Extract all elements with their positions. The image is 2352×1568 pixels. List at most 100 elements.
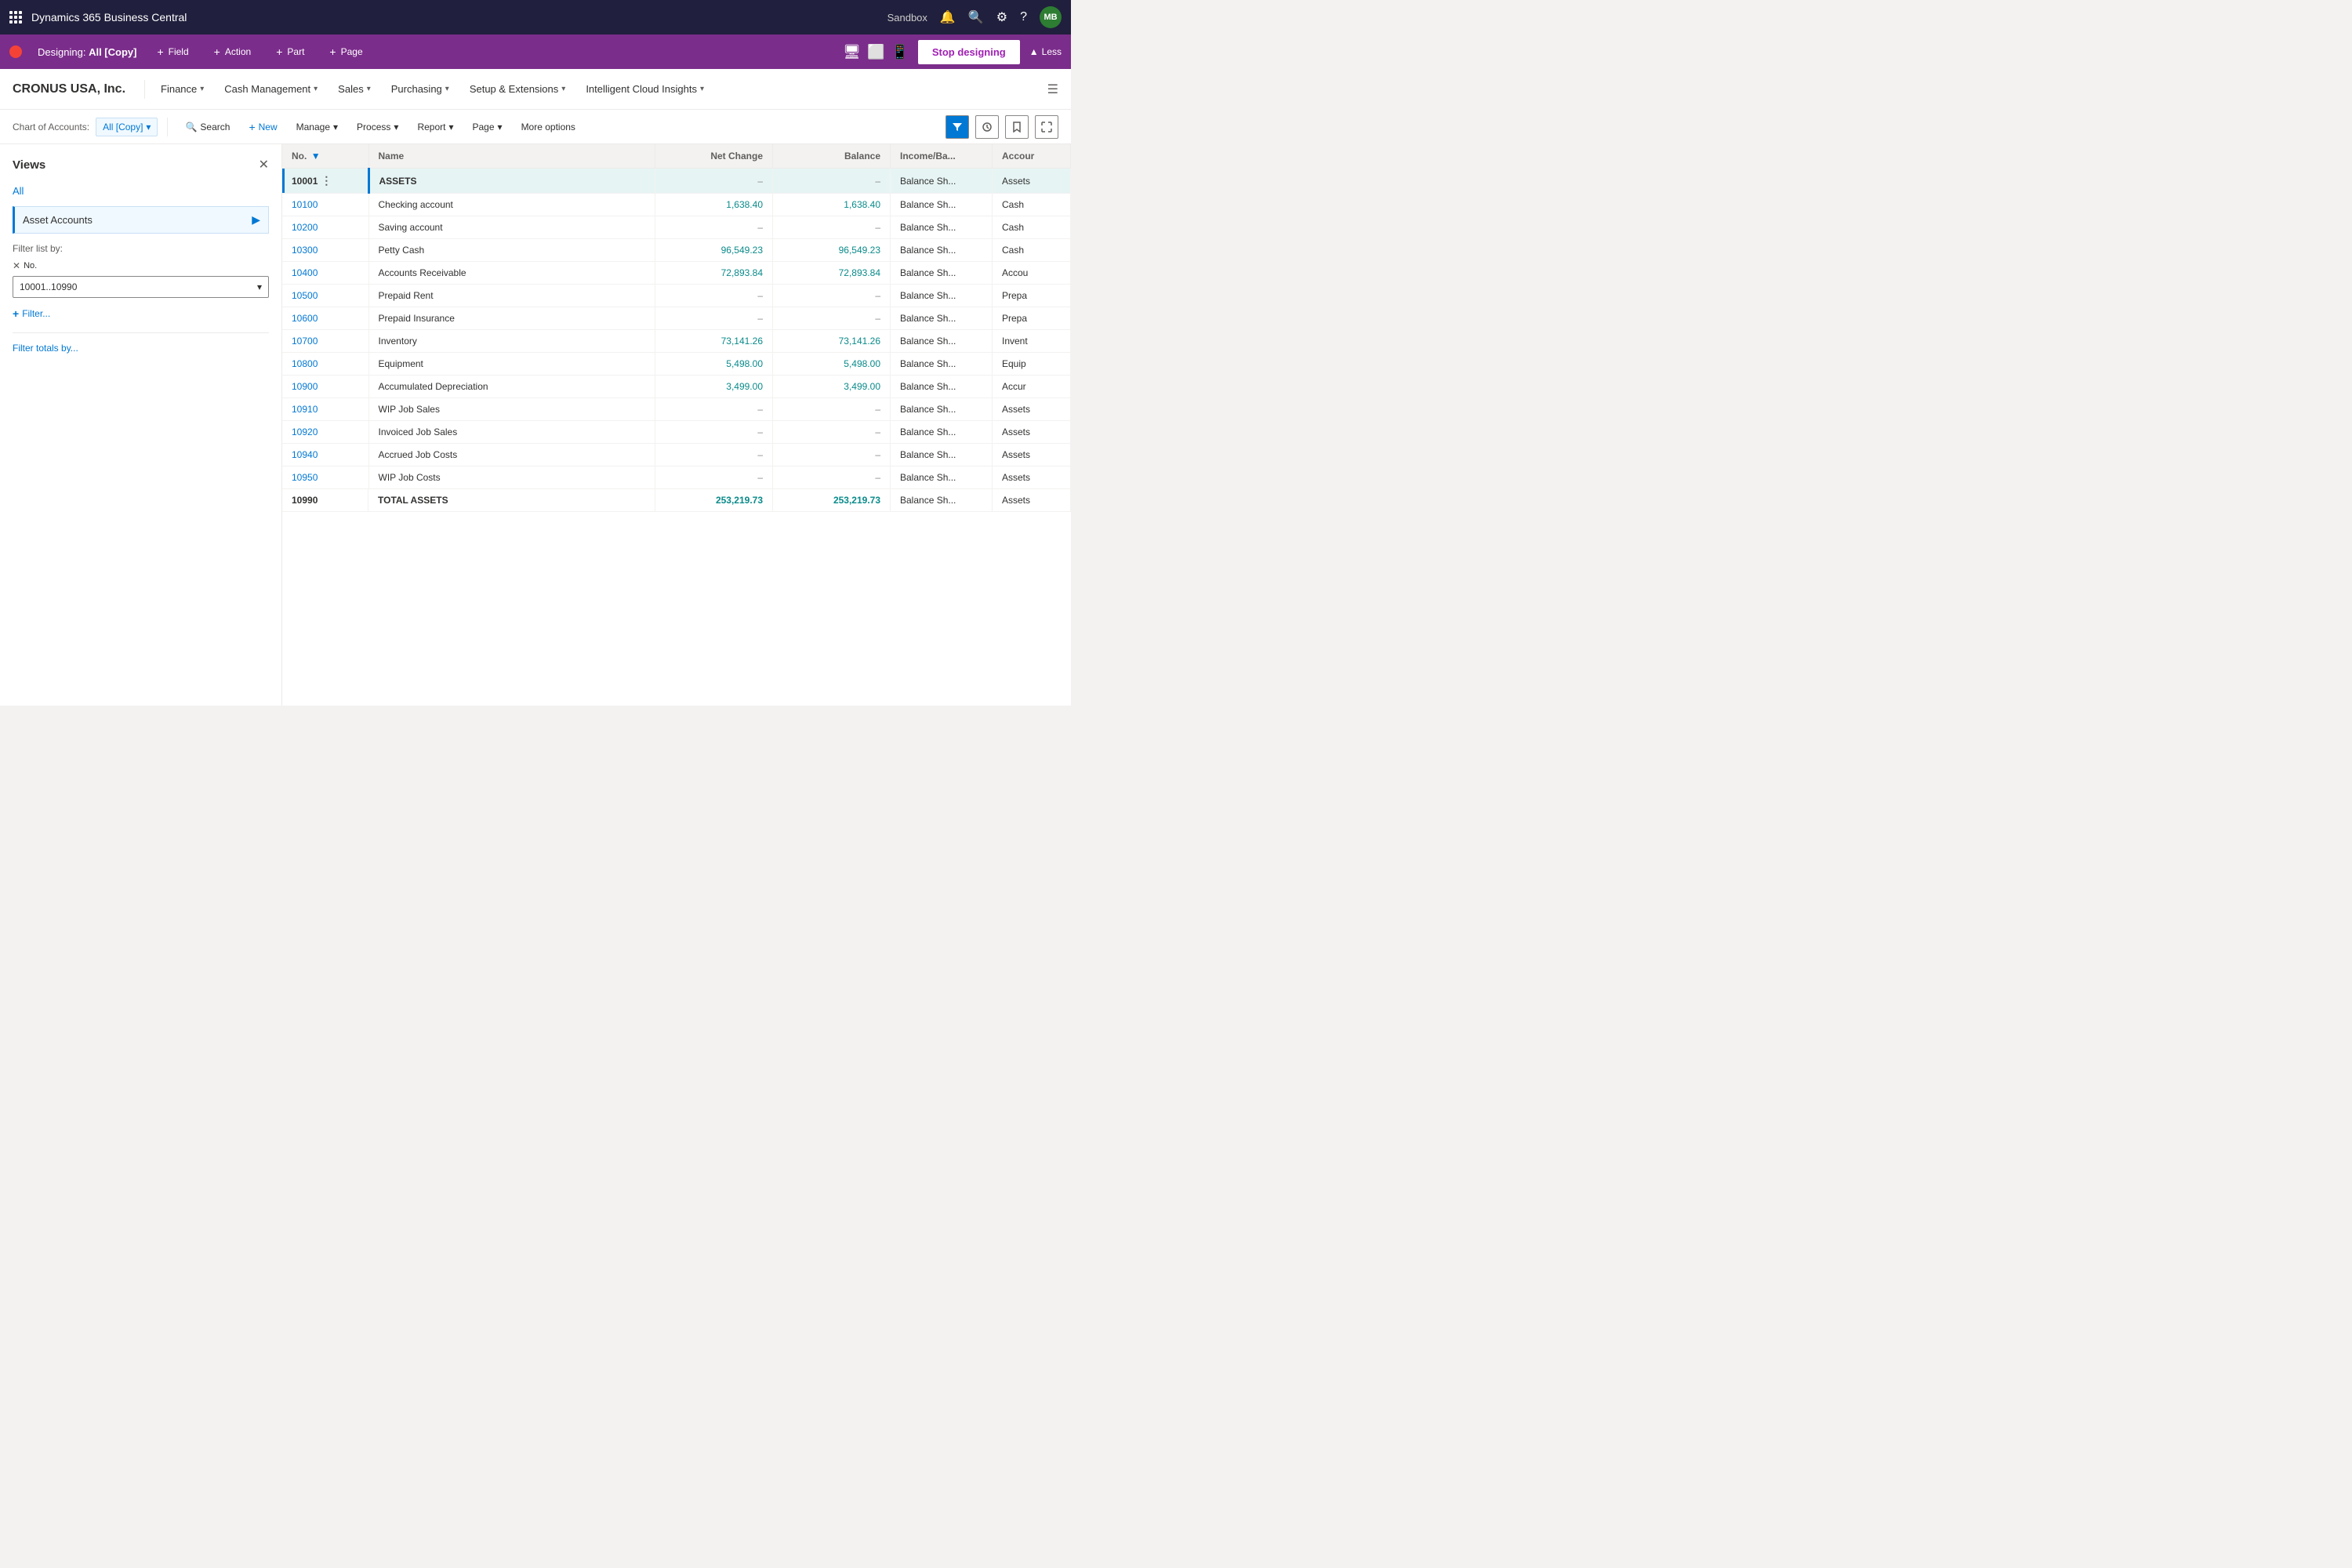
cell-name-10100: Checking account — [368, 194, 655, 216]
view-asset-accounts-item[interactable]: Asset Accounts ▶ — [13, 206, 269, 234]
cell-income-ba-10200: Balance Sh... — [891, 216, 993, 239]
cell-income-ba-10950: Balance Sh... — [891, 466, 993, 489]
new-button[interactable]: + New — [241, 118, 285, 136]
nav-finance[interactable]: Finance ▾ — [151, 77, 213, 101]
user-avatar[interactable]: MB — [1040, 6, 1062, 28]
cell-income-ba-10500: Balance Sh... — [891, 285, 993, 307]
cell-balance-10990: 253,219.73 — [773, 489, 891, 512]
cell-income-ba-10600: Balance Sh... — [891, 307, 993, 330]
filter-divider — [13, 332, 269, 333]
cell-no-10001: 10001⋮ — [282, 169, 368, 193]
col-income-ba-header: Income/Ba... — [891, 144, 993, 169]
filter-totals-button[interactable]: Filter totals by... — [13, 343, 269, 354]
cell-no-10920[interactable]: 10920 — [282, 421, 368, 444]
filter-tag-no: ✕ No. — [13, 260, 269, 271]
cell-balance-10500: – — [773, 285, 891, 307]
cell-net-change-10800: 5,498.00 — [655, 353, 773, 376]
fullscreen-icon[interactable] — [1035, 115, 1058, 139]
table-wrapper[interactable]: No. ▼ Name Net Change Balance — [282, 144, 1071, 706]
cell-balance-10950: – — [773, 466, 891, 489]
app-grid-icon[interactable] — [9, 11, 22, 24]
cell-no-10700[interactable]: 10700 — [282, 330, 368, 353]
cell-net-change-10700: 73,141.26 — [655, 330, 773, 353]
add-action-button[interactable]: + Action — [209, 42, 256, 61]
cell-no-10500[interactable]: 10500 — [282, 285, 368, 307]
cell-name-10920: Invoiced Job Sales — [368, 421, 655, 444]
cell-no-10100[interactable]: 10100 — [282, 194, 368, 216]
filter-value-dropdown[interactable]: 10001..10990 ▾ — [13, 276, 269, 298]
history-icon[interactable] — [975, 115, 999, 139]
nav-intelligent-cloud[interactable]: Intelligent Cloud Insights ▾ — [576, 77, 713, 101]
cell-no-10600[interactable]: 10600 — [282, 307, 368, 330]
design-indicator-dot — [9, 45, 22, 58]
less-button[interactable]: ▲ Less — [1029, 46, 1062, 57]
cell-income-ba-10700: Balance Sh... — [891, 330, 993, 353]
table-row: 10990TOTAL ASSETS253,219.73253,219.73Bal… — [282, 489, 1071, 512]
views-panel-close-icon[interactable]: ✕ — [259, 157, 269, 172]
cell-income-ba-10910: Balance Sh... — [891, 398, 993, 421]
views-panel: Views ✕ All Asset Accounts ▶ Filter list… — [0, 144, 282, 706]
cell-no-10910[interactable]: 10910 — [282, 398, 368, 421]
cell-accour-10700: Invent — [993, 330, 1071, 353]
row-context-menu-icon[interactable]: ⋮ — [321, 174, 332, 187]
add-field-button[interactable]: + Field — [152, 42, 193, 61]
cell-net-change-10100: 1,638.40 — [655, 194, 773, 216]
table-row: 10400Accounts Receivable72,893.8472,893.… — [282, 262, 1071, 285]
desktop-device-icon[interactable]: 🖥 — [843, 44, 861, 60]
cell-no-10800[interactable]: 10800 — [282, 353, 368, 376]
table-row: 10920Invoiced Job Sales––Balance Sh...As… — [282, 421, 1071, 444]
breadcrumb-view-selector[interactable]: All [Copy] ▾ — [96, 118, 158, 136]
page-button[interactable]: Page ▾ — [465, 118, 510, 136]
cell-income-ba-10940: Balance Sh... — [891, 444, 993, 466]
main-nav: Finance ▾ Cash Management ▾ Sales ▾ Purc… — [151, 77, 713, 101]
cell-name-10001: ASSETS — [368, 169, 655, 194]
mobile-device-icon[interactable]: 📱 — [891, 44, 908, 60]
nav-purchasing[interactable]: Purchasing ▾ — [382, 77, 459, 101]
filter-pane-icon[interactable] — [946, 115, 969, 139]
more-options-button[interactable]: More options — [514, 118, 583, 136]
notification-icon[interactable]: 🔔 — [940, 9, 956, 25]
tablet-device-icon[interactable]: ⬜ — [867, 44, 884, 60]
manage-button[interactable]: Manage ▾ — [289, 118, 346, 136]
stop-designing-button[interactable]: Stop designing — [918, 40, 1020, 64]
cell-name-10990: TOTAL ASSETS — [368, 489, 655, 512]
cell-no-10200[interactable]: 10200 — [282, 216, 368, 239]
process-button[interactable]: Process ▾ — [349, 118, 406, 136]
add-filter-button[interactable]: + Filter... — [13, 307, 269, 320]
nav-sales[interactable]: Sales ▾ — [328, 77, 380, 101]
hamburger-menu-icon[interactable]: ☰ — [1047, 82, 1058, 97]
search-button[interactable]: 🔍 Search — [177, 118, 238, 136]
cell-no-10300[interactable]: 10300 — [282, 239, 368, 262]
cell-net-change-10910: – — [655, 398, 773, 421]
cell-accour-10900: Accur — [993, 376, 1071, 398]
nav-cash-management[interactable]: Cash Management ▾ — [215, 77, 327, 101]
cell-net-change-10001: – — [655, 169, 773, 194]
table-header-row: No. ▼ Name Net Change Balance — [282, 144, 1071, 169]
report-button[interactable]: Report ▾ — [409, 118, 461, 136]
cell-income-ba-10990: Balance Sh... — [891, 489, 993, 512]
add-page-button[interactable]: + Page — [325, 42, 367, 61]
views-panel-title: Views — [13, 158, 45, 172]
help-icon[interactable]: ? — [1020, 10, 1027, 24]
cell-accour-10100: Cash — [993, 194, 1071, 216]
table-row: 10300Petty Cash96,549.2396,549.23Balance… — [282, 239, 1071, 262]
filter-remove-icon[interactable]: ✕ — [13, 260, 20, 271]
cell-no-10940[interactable]: 10940 — [282, 444, 368, 466]
settings-icon[interactable]: ⚙ — [996, 9, 1007, 25]
cell-net-change-10400: 72,893.84 — [655, 262, 773, 285]
bookmark-icon[interactable] — [1005, 115, 1029, 139]
cell-no-10900[interactable]: 10900 — [282, 376, 368, 398]
table-row: 10910WIP Job Sales––Balance Sh...Assets — [282, 398, 1071, 421]
search-icon[interactable]: 🔍 — [968, 9, 984, 25]
accounts-table: No. ▼ Name Net Change Balance — [282, 144, 1071, 512]
cell-name-10940: Accrued Job Costs — [368, 444, 655, 466]
accounts-table-body: 10001⋮ASSETS––Balance Sh...Assets10100Ch… — [282, 169, 1071, 512]
col-name-header: Name — [368, 144, 655, 169]
cell-balance-10900: 3,499.00 — [773, 376, 891, 398]
col-no-header: No. ▼ — [282, 144, 368, 169]
cell-no-10950[interactable]: 10950 — [282, 466, 368, 489]
view-all-item[interactable]: All — [13, 182, 269, 200]
cell-no-10400[interactable]: 10400 — [282, 262, 368, 285]
add-part-button[interactable]: + Part — [271, 42, 309, 61]
nav-setup-extensions[interactable]: Setup & Extensions ▾ — [460, 77, 575, 101]
